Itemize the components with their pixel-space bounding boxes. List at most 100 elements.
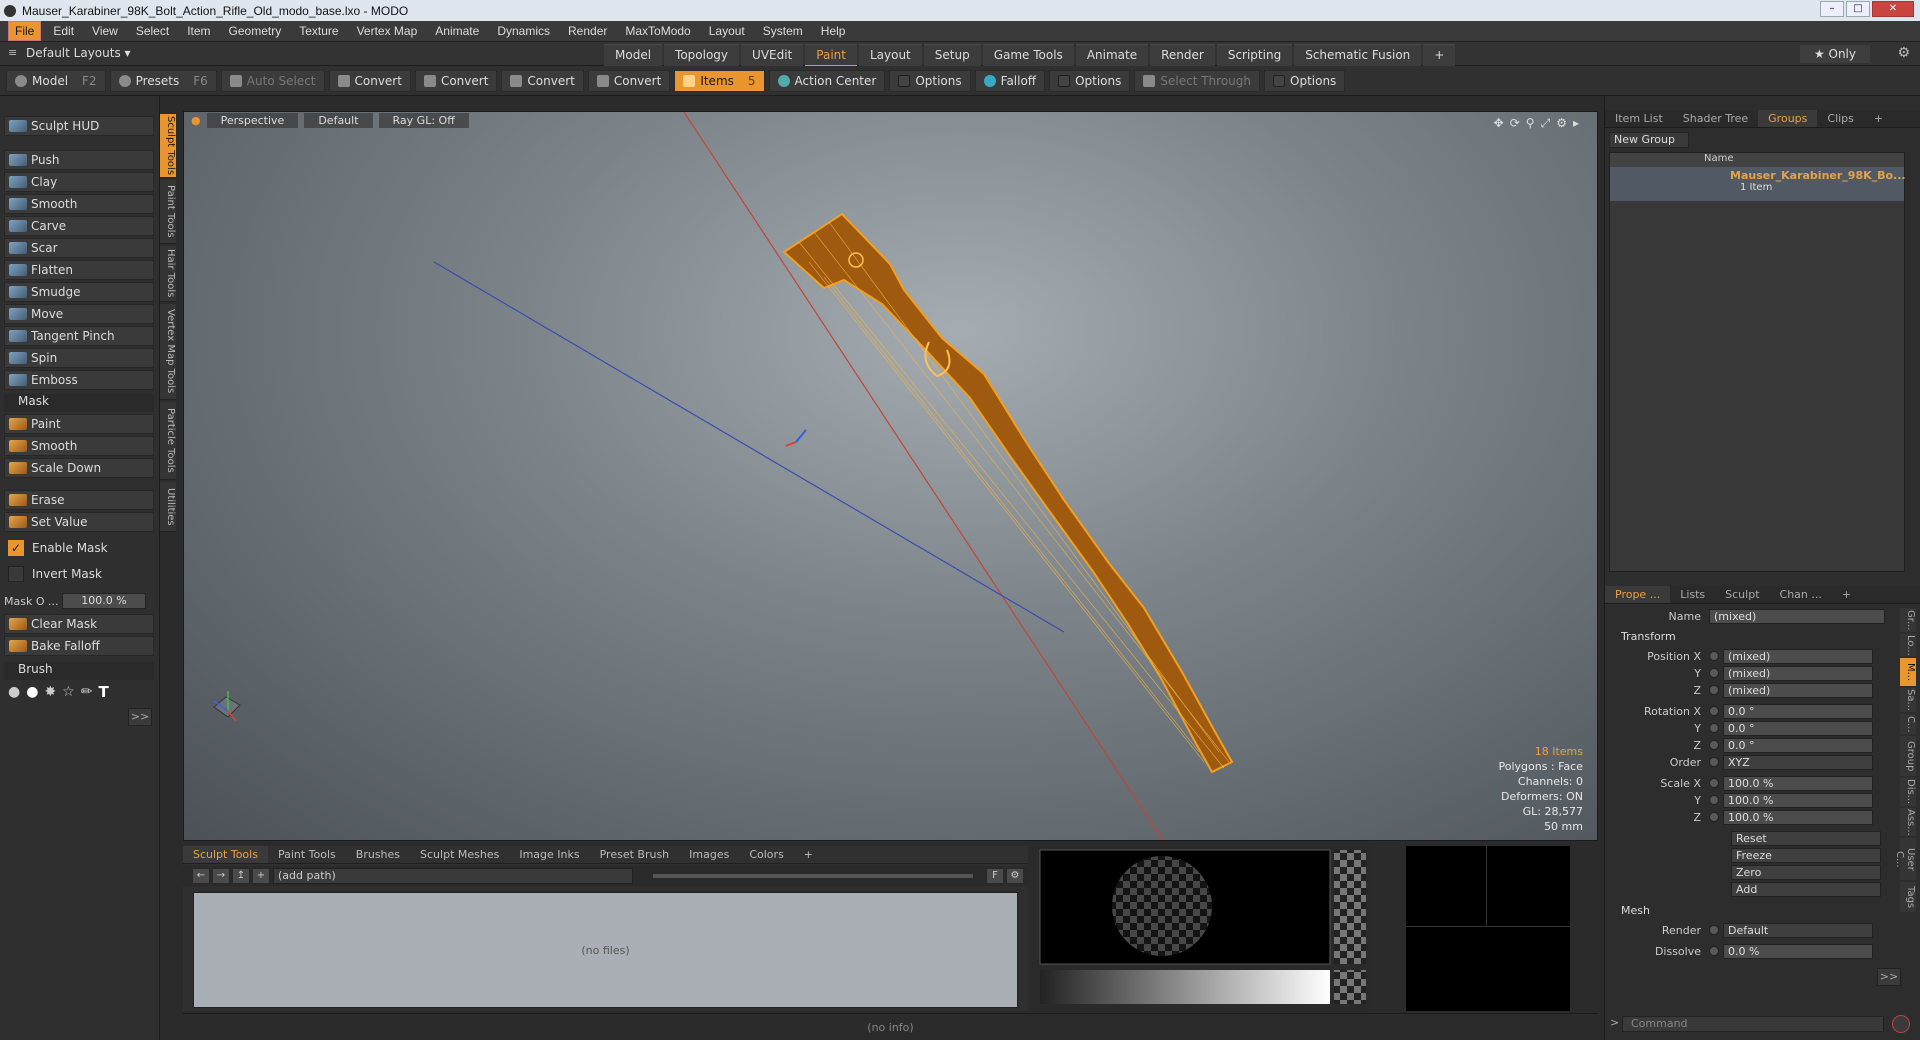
keyframe-dot[interactable] [1709,757,1719,767]
keyframe-dot[interactable] [1709,723,1719,733]
action-center-button[interactable]: Action Center [768,69,886,92]
scale-z-field[interactable]: 100.0 % [1723,809,1873,825]
ptab-properties[interactable]: Prope ... [1605,586,1671,603]
vtab-dis[interactable]: Dis... [1900,778,1916,806]
tab-schematic-fusion[interactable]: Schematic Fusion [1294,44,1422,67]
clear-mask-button[interactable]: Clear Mask [4,614,154,634]
pivot-gizmo[interactable] [785,429,807,447]
forward-arrow-icon[interactable]: → [213,869,229,883]
keyframe-dot[interactable] [1709,778,1719,788]
tool-move[interactable]: Move [4,304,154,324]
only-button[interactable]: ★ Only [1799,45,1870,63]
scale-x-field[interactable]: 100.0 % [1723,775,1873,791]
ptab-sculpt[interactable]: Sculpt [1715,586,1769,603]
rifle-model[interactable] [782,212,1234,774]
tool-spin[interactable]: Spin [4,348,154,368]
tab-uvedit[interactable]: UVEdit [741,44,804,67]
properties-more-button[interactable]: >> [1877,968,1901,986]
default-layouts-dropdown[interactable]: Default Layouts ▾ [26,46,131,60]
btab-images[interactable]: Images [679,846,739,863]
items-button[interactable]: Items 5 [674,69,765,92]
mask-opacity-field[interactable]: 100.0 % [62,593,146,609]
keyframe-dot[interactable] [1709,925,1719,935]
menu-render[interactable]: Render [562,22,613,40]
keyframe-dot[interactable] [1709,668,1719,678]
keyframe-dot[interactable] [1709,812,1719,822]
rtab-groups[interactable]: Groups [1758,110,1818,127]
reset-dropdown[interactable]: Reset [1731,830,1881,846]
scale-y-field[interactable]: 100.0 % [1723,792,1873,808]
mask-scale-down-button[interactable]: Scale Down [4,458,154,478]
keyframe-dot[interactable] [1709,651,1719,661]
close-button[interactable]: ✕ [1872,1,1914,17]
tab-game-tools[interactable]: Game Tools [982,44,1074,67]
mesh-section[interactable]: Mesh [1613,904,1650,917]
menu-vertex-map[interactable]: Vertex Map [351,22,424,40]
add-layout-tab-icon[interactable]: + [1423,44,1456,67]
btab-preset-brush[interactable]: Preset Brush [590,846,680,863]
keyframe-dot[interactable] [1709,685,1719,695]
browser-gear-icon[interactable]: ⚙ [1007,869,1023,883]
3d-viewport[interactable]: ✥ ⟳ ⚲ ⤢ ⚙ ▸ 18 Items Polygons : Face Cha… [183,111,1598,841]
command-input[interactable]: Command [1622,1016,1884,1032]
falloff-button[interactable]: Falloff [974,69,1046,92]
back-arrow-icon[interactable]: ← [193,869,209,883]
btab-sculpt-tools[interactable]: Sculpt Tools [183,846,268,863]
star-brush-icon[interactable]: ☆ [62,684,75,700]
sidetab-utilities[interactable]: Utilities [160,482,176,532]
ptab-lists[interactable]: Lists [1670,586,1715,603]
vtab-c[interactable]: C... [1900,714,1916,734]
menu-layout[interactable]: Layout [703,22,751,40]
options-button-1[interactable]: Options [889,69,971,92]
name-field[interactable]: (mixed) [1709,608,1885,624]
hard-brush-icon[interactable]: ● [26,684,38,700]
menu-help[interactable]: Help [815,22,852,40]
order-dropdown[interactable]: XYZ [1723,754,1873,770]
presets-button[interactable]: Presets F6 [109,69,217,92]
vtab-gr[interactable]: Gr... [1900,608,1916,632]
brush-more-button[interactable]: >> [128,708,152,726]
rotation-z-field[interactable]: 0.0 ° [1723,737,1873,753]
menu-select[interactable]: Select [130,22,175,40]
position-x-field[interactable]: (mixed) [1723,648,1873,664]
rotation-x-field[interactable]: 0.0 ° [1723,703,1873,719]
raygl-button[interactable]: Ray GL: Off [378,112,469,128]
add-path-icon[interactable]: + [253,869,269,883]
tab-layout[interactable]: Layout [858,44,922,67]
text-brush-icon[interactable]: T [98,683,108,701]
vtab-ass[interactable]: Ass... [1900,808,1916,836]
menu-geometry[interactable]: Geometry [223,22,288,40]
splatter-brush-icon[interactable]: ✸ [44,684,56,700]
menu-item[interactable]: Item [181,22,216,40]
tab-model[interactable]: Model [604,44,663,67]
thumbnail-size-slider[interactable] [653,874,973,878]
convert-button-4[interactable]: Convert [587,69,671,92]
convert-button-1[interactable]: Convert [328,69,411,92]
convert-button-3[interactable]: Convert [501,69,584,92]
erase-button[interactable]: Erase [4,490,154,510]
ptab-channels[interactable]: Chan ... [1770,586,1832,603]
rtab-item-list[interactable]: Item List [1605,110,1673,127]
file-list-area[interactable]: (no files) [193,892,1018,1008]
transform-section[interactable]: Transform [1613,630,1676,643]
view-perspective-button[interactable]: Perspective [206,112,299,128]
tab-paint[interactable]: Paint [805,44,857,67]
model-button[interactable]: Model F2 [6,69,106,92]
invert-mask-checkbox[interactable]: Invert Mask [4,564,154,584]
sidetab-particle-tools[interactable]: Particle Tools [160,402,176,480]
sidetab-vertex-map-tools[interactable]: Vertex Map Tools [160,304,176,400]
vtab-sa[interactable]: Sa... [1900,688,1916,712]
options-button-3[interactable]: Options [1264,69,1346,92]
menu-system[interactable]: System [757,22,809,40]
tool-smudge[interactable]: Smudge [4,282,154,302]
bake-falloff-button[interactable]: Bake Falloff [4,636,154,656]
record-icon[interactable] [1892,1015,1910,1033]
dissolve-field[interactable]: 0.0 % [1723,943,1873,959]
tool-scar[interactable]: Scar [4,238,154,258]
position-z-field[interactable]: (mixed) [1723,682,1873,698]
tab-topology[interactable]: Topology [664,44,740,67]
keyframe-dot[interactable] [1709,706,1719,716]
path-dropdown[interactable]: (add path) [273,868,633,884]
set-value-button[interactable]: Set Value [4,512,154,532]
menu-dynamics[interactable]: Dynamics [491,22,556,40]
